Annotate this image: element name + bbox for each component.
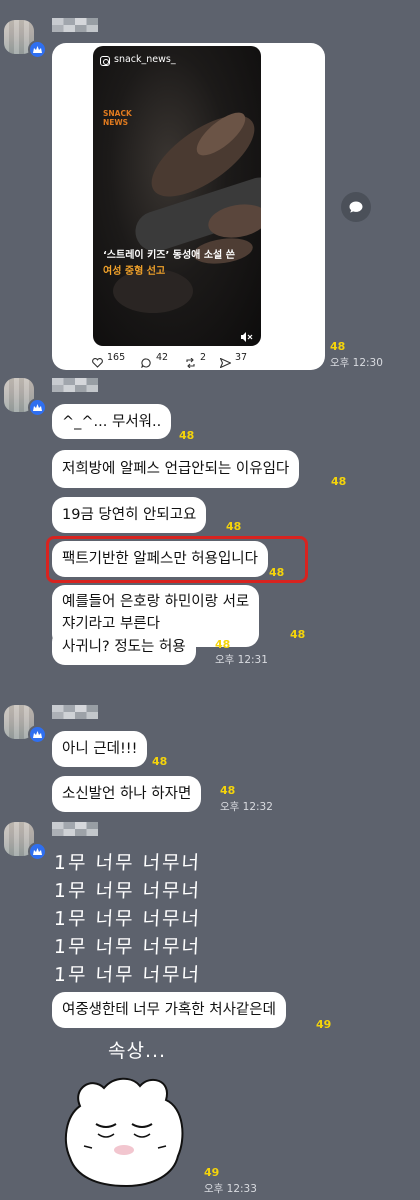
read-count: 48: [290, 628, 306, 641]
handwritten-line: 1무 너무 너무너: [53, 936, 202, 958]
read-count: 48: [269, 566, 285, 579]
brand-logo: SNACK NEWS: [103, 109, 132, 127]
timestamp: 오후 12:33: [204, 1183, 257, 1195]
instagram-icon: [100, 56, 110, 66]
crown-badge-icon: [28, 725, 47, 744]
read-count: 48: [330, 340, 346, 353]
timestamp: 오후 12:32: [220, 801, 273, 813]
handwritten-line: 1무 너무 너무너: [53, 852, 202, 874]
sticker[interactable]: [62, 1068, 188, 1190]
sender-name: [52, 378, 98, 392]
read-count: 48: [179, 429, 195, 442]
crown-badge-icon: [28, 40, 47, 59]
video-thumbnail[interactable]: snack_news_ SNACK NEWS ‘스트레이 키즈’ 동성애 소설 …: [93, 46, 261, 346]
post-headline-2: 여성 중형 선고: [103, 266, 166, 277]
read-count: 48: [152, 755, 168, 768]
share-icon[interactable]: [341, 192, 371, 222]
video-image: [113, 112, 261, 313]
read-count: 48: [226, 520, 242, 533]
handwritten-line: 1무 너무 너무너: [53, 964, 202, 986]
message-bubble[interactable]: 아니 근데!!!: [52, 731, 148, 767]
reposts-count: 2: [200, 352, 207, 363]
sender-name: [52, 18, 98, 32]
timestamp: 오후 12:30: [330, 357, 383, 369]
sender-name: [52, 705, 98, 719]
heart-icon[interactable]: [92, 353, 103, 372]
crown-badge-icon: [28, 842, 47, 861]
message-bubble[interactable]: 19금 당연히 안되고요: [52, 497, 207, 533]
shares-count: 37: [235, 352, 248, 363]
read-count: 49: [204, 1166, 220, 1179]
sticker-caption: 속상...: [108, 1040, 167, 1062]
message-bubble[interactable]: 소신발언 하나 하자면: [52, 776, 202, 812]
mute-icon[interactable]: [241, 327, 253, 342]
read-count: 49: [316, 1018, 332, 1031]
read-count: 48: [215, 638, 231, 651]
repost-icon[interactable]: [185, 353, 196, 372]
shared-post-card[interactable]: snack_news_ SNACK NEWS ‘스트레이 키즈’ 동성애 소설 …: [52, 43, 325, 370]
message-bubble[interactable]: 저희방에 알페스 언급안되는 이유임다: [52, 450, 300, 488]
post-headline-1: ‘스트레이 키즈’ 동성애 소설 쓴: [103, 250, 235, 261]
handwritten-line: 1무 너무 너무너: [53, 908, 202, 930]
comments-count: 42: [156, 352, 169, 363]
message-bubble[interactable]: 사귀니? 정도는 허용: [52, 629, 196, 665]
read-count: 48: [220, 784, 236, 797]
message-bubble[interactable]: ^_^... 무서워..: [52, 404, 172, 439]
send-icon[interactable]: [219, 353, 232, 372]
likes-count: 165: [107, 352, 126, 363]
timestamp: 오후 12:31: [215, 654, 268, 666]
crown-badge-icon: [28, 398, 47, 417]
comment-icon[interactable]: [141, 353, 152, 372]
handwritten-line: 1무 너무 너무너: [53, 880, 202, 902]
sender-name: [52, 822, 98, 836]
message-bubble[interactable]: 여중생한테 너무 가혹한 처사같은데: [52, 992, 286, 1028]
read-count: 48: [331, 475, 347, 488]
post-account: snack_news_: [114, 54, 176, 65]
